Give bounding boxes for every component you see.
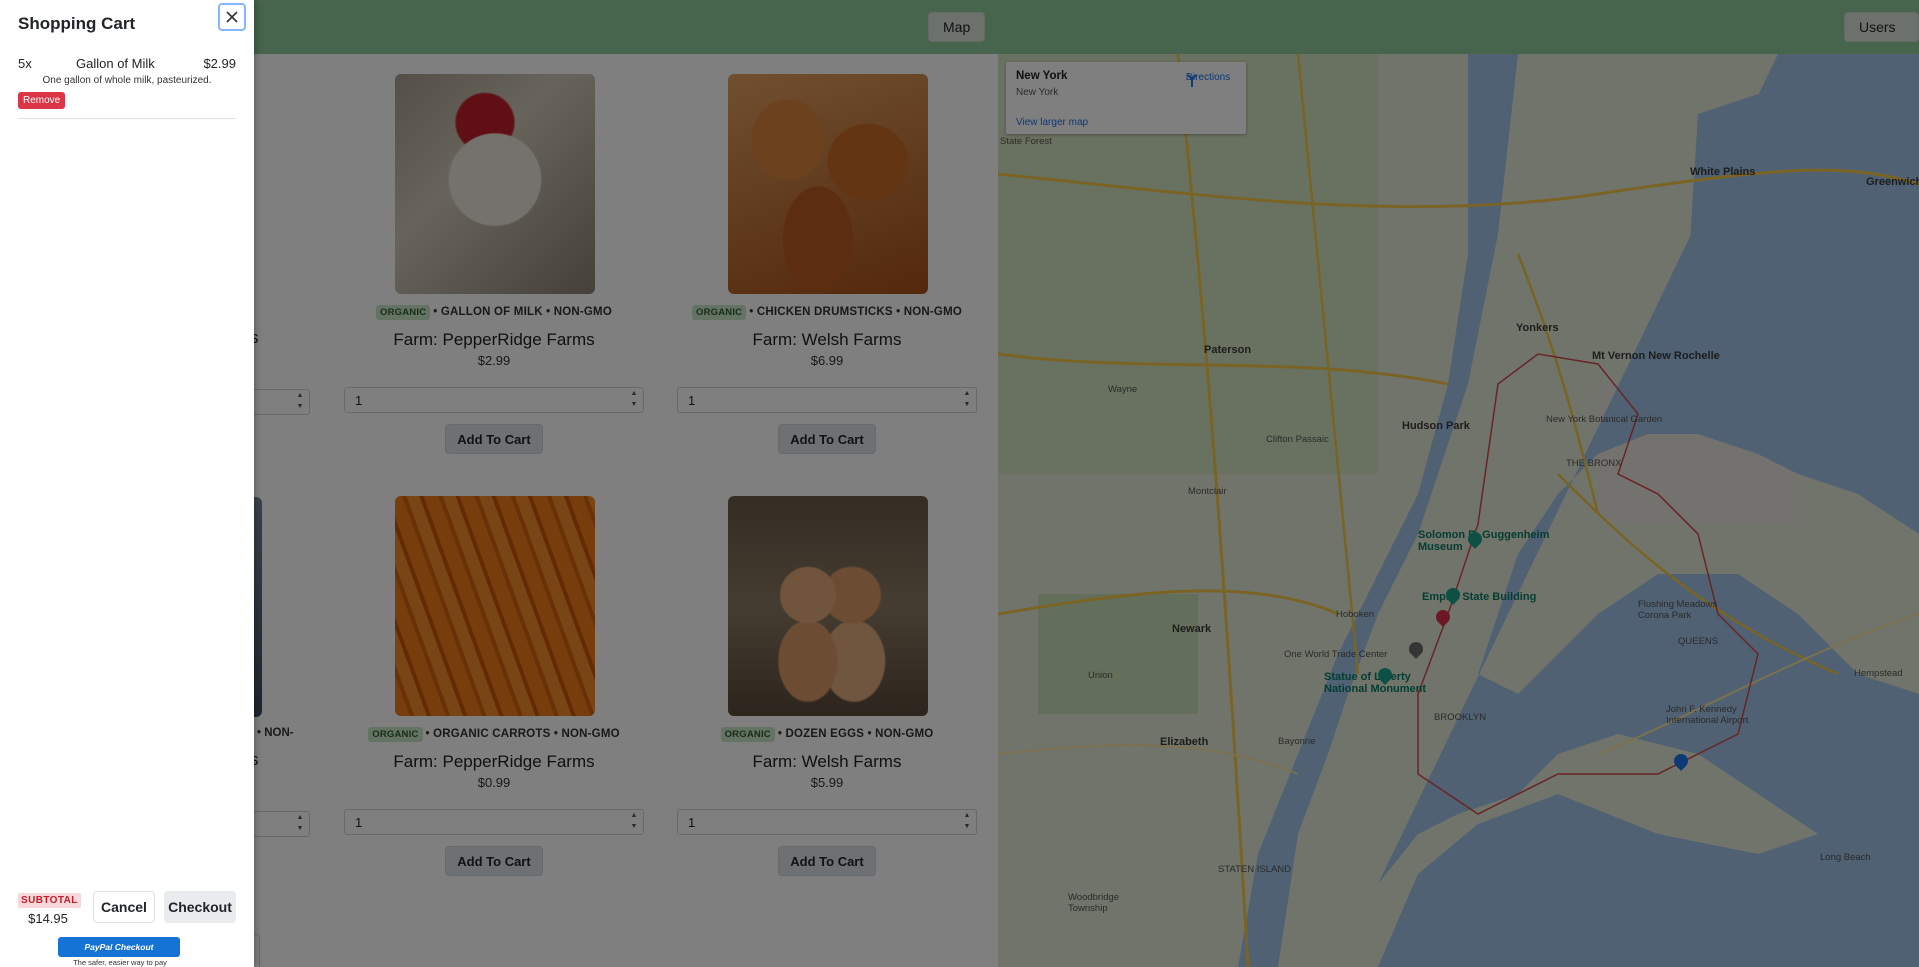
cart-item-name: Gallon of Milk: [76, 56, 155, 71]
paypal-checkout-button[interactable]: PayPal Checkout: [58, 937, 180, 957]
divider: [18, 118, 236, 119]
cart-item-description: One gallon of whole milk, pasteurized.: [42, 75, 212, 86]
cart-item-price: $2.99: [203, 56, 236, 71]
subtotal-value: $14.95: [28, 911, 68, 926]
shopping-cart-drawer: Shopping Cart 5x Gallon of Milk $2.99 On…: [0, 0, 254, 967]
paypal-tagline: The safer, easier way to pay: [73, 958, 167, 967]
close-cart-button[interactable]: [218, 3, 246, 31]
cart-item: 5x Gallon of Milk $2.99 One gallon of wh…: [18, 54, 236, 109]
remove-item-button[interactable]: Remove: [18, 92, 66, 109]
cancel-button[interactable]: Cancel: [93, 891, 155, 923]
cart-title: Shopping Cart: [18, 14, 136, 33]
close-icon: [226, 11, 238, 23]
cart-item-quantity: 5x: [18, 56, 32, 71]
checkout-button[interactable]: Checkout: [164, 891, 236, 923]
subtotal: SUBTOTAL $14.95: [18, 890, 81, 926]
modal-backdrop[interactable]: [0, 0, 1919, 967]
subtotal-label: SUBTOTAL: [18, 893, 81, 908]
